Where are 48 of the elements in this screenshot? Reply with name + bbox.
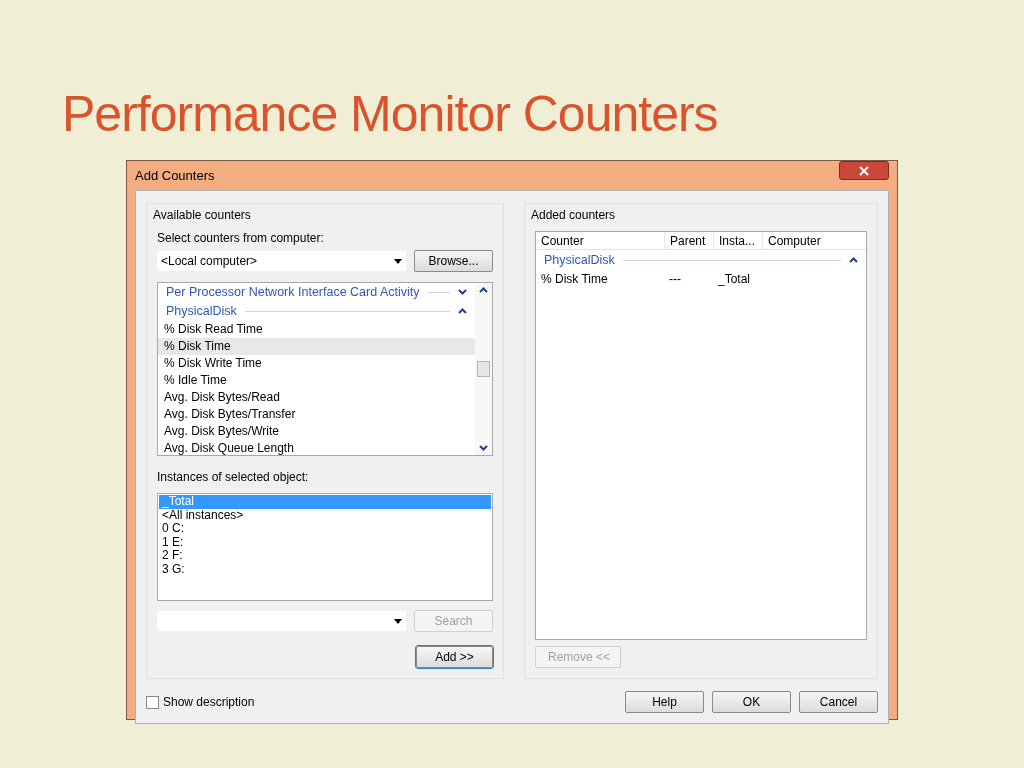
- dialog-button[interactable]: Help: [625, 691, 704, 713]
- computer-dropdown[interactable]: <Local computer>: [157, 251, 406, 271]
- field-label: Select counters from computer:: [157, 230, 325, 247]
- instance-item[interactable]: <All instances>: [159, 508, 491, 522]
- counter-item[interactable]: % Disk Write Time: [158, 354, 475, 372]
- window-title: Add Counters: [135, 166, 216, 185]
- expand-icon[interactable]: [479, 445, 488, 451]
- slide-title: Performance Monitor Counters: [62, 85, 718, 144]
- section-label: Added counters: [531, 207, 617, 224]
- counter-item[interactable]: Avg. Disk Bytes/Read: [158, 388, 475, 406]
- instance-item[interactable]: 3 G:: [159, 562, 491, 576]
- collapse-icon[interactable]: [479, 287, 488, 293]
- scrollbar-thumb[interactable]: [477, 361, 490, 377]
- table-cell-text: _Total: [717, 271, 752, 288]
- dropdown-arrow-icon: [394, 618, 402, 624]
- section-label: Available counters: [153, 207, 252, 224]
- scrollbar[interactable]: [475, 283, 492, 455]
- instance-item[interactable]: 1 E:: [159, 535, 491, 549]
- instance-item[interactable]: 0 C:: [159, 522, 491, 536]
- browse-button[interactable]: Browse...: [414, 250, 493, 272]
- field-label: Instances of selected object:: [157, 469, 310, 486]
- add-button[interactable]: Add >>: [416, 646, 493, 668]
- counter-item[interactable]: Avg. Disk Queue Length: [158, 439, 475, 455]
- group-header[interactable]: PhysicalDisk: [544, 250, 615, 270]
- close-icon: [859, 165, 869, 176]
- expand-icon[interactable]: [458, 289, 467, 296]
- counter-item[interactable]: % Disk Time: [158, 337, 475, 355]
- dialog-button[interactable]: OK: [712, 691, 791, 713]
- counter-item[interactable]: Avg. Disk Bytes/Transfer: [158, 405, 475, 423]
- group-header[interactable]: Per Processor Network Interface Card Activity: [166, 283, 420, 302]
- instance-item[interactable]: 2 F:: [159, 549, 491, 563]
- checkbox-label[interactable]: Show description: [163, 693, 255, 711]
- dialog-button[interactable]: Cancel: [799, 691, 878, 713]
- table-cell-text: % Disk Time: [540, 271, 609, 288]
- collapse-icon[interactable]: [458, 308, 467, 315]
- column-header[interactable]: Parent: [664, 232, 713, 249]
- counter-item[interactable]: % Disk Read Time: [158, 320, 475, 338]
- collapse-icon[interactable]: [849, 257, 858, 263]
- column-header[interactable]: Counter: [536, 232, 664, 249]
- column-header[interactable]: Insta...: [713, 232, 762, 249]
- close-button[interactable]: [839, 161, 889, 180]
- checkbox[interactable]: [146, 695, 159, 709]
- table-cell-text: ---: [668, 271, 682, 288]
- counter-item[interactable]: Avg. Disk Bytes/Write: [158, 422, 475, 440]
- counter-item[interactable]: % Idle Time: [158, 371, 475, 389]
- column-header[interactable]: Computer: [762, 232, 866, 249]
- group-header[interactable]: PhysicalDisk: [166, 301, 237, 321]
- dropdown-arrow-icon: [394, 258, 402, 264]
